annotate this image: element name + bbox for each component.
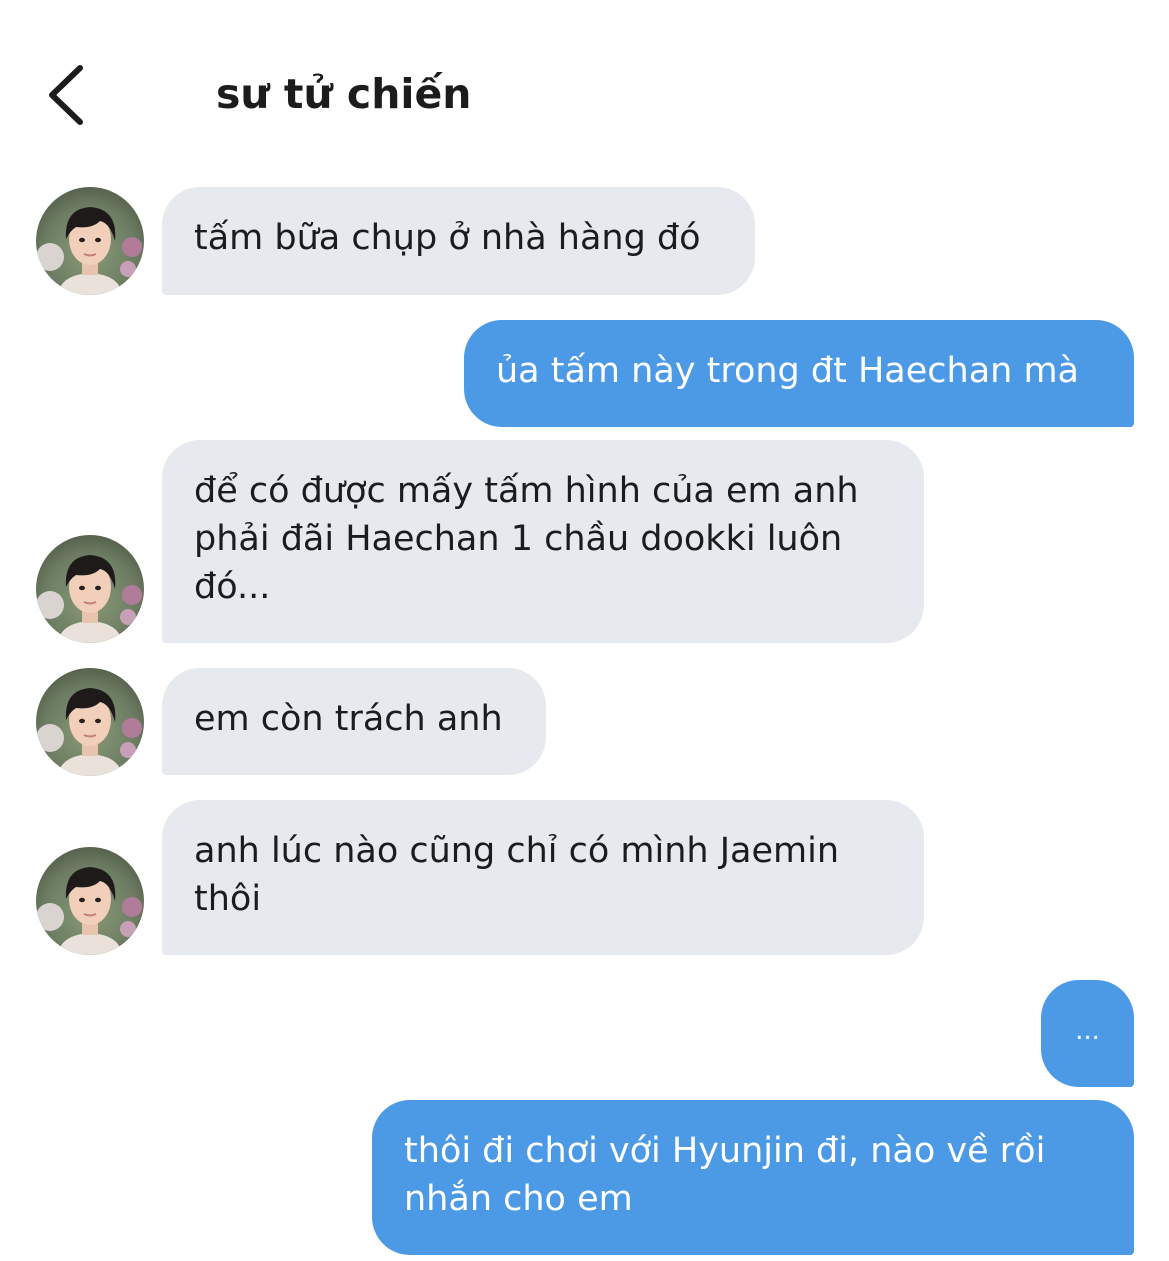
message-bubble-incoming[interactable]: em còn trách anh: [162, 668, 546, 775]
contact-avatar[interactable]: [36, 668, 144, 776]
message-bubble-incoming[interactable]: anh lúc nào cũng chỉ có mình Jaemin thôi: [162, 800, 924, 955]
chevron-left-icon: [49, 65, 83, 125]
contact-avatar[interactable]: [36, 187, 144, 295]
message-bubble-outgoing[interactable]: ...: [1041, 980, 1134, 1087]
message-bubble-outgoing[interactable]: thôi đi chơi với Hyunjin đi, nào về rồi …: [372, 1100, 1134, 1255]
avatar-image: [36, 535, 144, 643]
message-bubble-incoming[interactable]: để có được mấy tấm hình của em anh phải …: [162, 440, 924, 643]
conversation-title: sư tử chiến: [216, 70, 472, 118]
avatar-image: [36, 187, 144, 295]
back-button[interactable]: [40, 60, 100, 130]
message-bubble-incoming[interactable]: tấm bữa chụp ở nhà hàng đó: [162, 187, 755, 295]
avatar-image: [36, 668, 144, 776]
contact-avatar[interactable]: [36, 847, 144, 955]
contact-avatar[interactable]: [36, 535, 144, 643]
avatar-image: [36, 847, 144, 955]
message-bubble-outgoing[interactable]: ủa tấm này trong đt Haechan mà: [464, 320, 1134, 427]
